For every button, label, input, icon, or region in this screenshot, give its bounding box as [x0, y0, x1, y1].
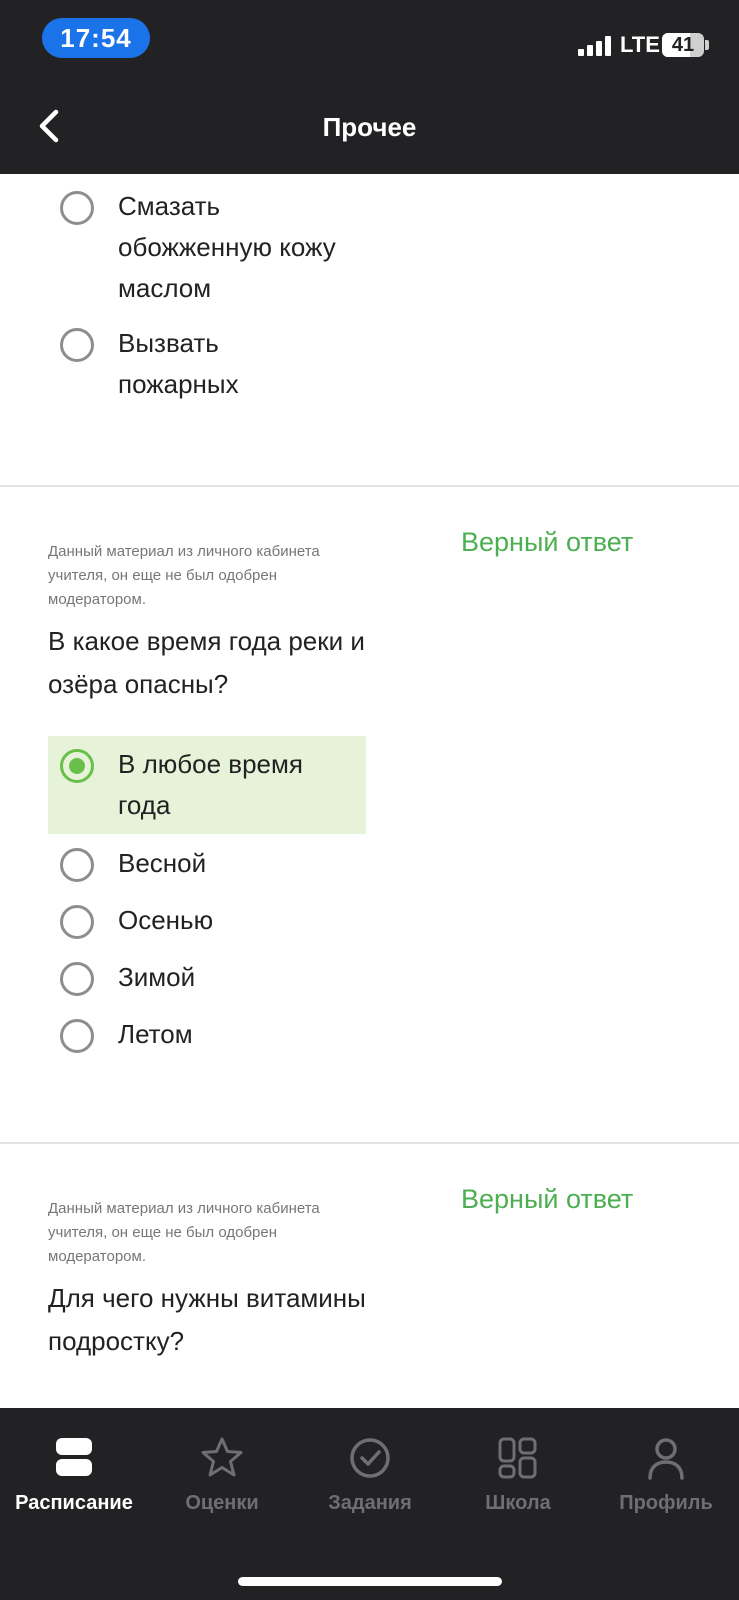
answer-option[interactable]: Весной	[48, 840, 366, 890]
profile-icon	[648, 1438, 684, 1480]
answer-option[interactable]: Смазать обожженную кожу маслом	[48, 180, 366, 310]
status-bar: 17:54 LTE 41	[0, 0, 739, 80]
battery-level: 41	[671, 34, 695, 56]
back-button[interactable]	[30, 102, 78, 150]
radio-button[interactable]	[60, 962, 94, 996]
network-type: LTE	[620, 32, 660, 57]
tab-label: Расписание	[15, 1492, 133, 1514]
answer-option[interactable]: Летом	[48, 1011, 366, 1061]
radio-button[interactable]	[60, 191, 94, 225]
question-text: В какое время года реки и озёра опасны?	[48, 626, 365, 699]
question-text: Для чего нужны витамины подростку?	[48, 1283, 366, 1356]
tab-school[interactable]: Школа	[444, 1436, 592, 1526]
option-label: Весной	[118, 848, 207, 878]
answer-option[interactable]: Осенью	[48, 897, 366, 947]
answer-option[interactable]: Зимой	[48, 954, 366, 1004]
tab-profile[interactable]: Профиль	[592, 1436, 739, 1526]
tab-label: Задания	[328, 1492, 412, 1514]
star-icon	[201, 1437, 243, 1477]
radio-button[interactable]	[60, 1019, 94, 1053]
option-label: Смазать обожженную кожу маслом	[118, 191, 336, 303]
schedule-icon	[56, 1438, 92, 1476]
battery-cap	[705, 40, 709, 50]
home-indicator[interactable]	[238, 1577, 502, 1586]
radio-button[interactable]	[60, 905, 94, 939]
chevron-left-icon	[39, 109, 59, 143]
option-label: В любое время года	[118, 749, 303, 820]
option-label: Летом	[118, 1019, 193, 1049]
nav-bar: Прочее	[0, 80, 739, 174]
option-label: Осенью	[118, 905, 214, 935]
radio-button-checked[interactable]	[60, 749, 94, 783]
section-divider	[0, 1142, 739, 1144]
moderation-note: Данный материал из личного кабинета учит…	[48, 1200, 320, 1265]
page-title: Прочее	[322, 112, 417, 142]
moderation-note: Данный материал из личного кабинета учит…	[48, 543, 320, 608]
tab-bar: Расписание Оценки Задания Школа Профиль	[0, 1408, 739, 1600]
answer-option[interactable]: Вызвать пожарных	[48, 317, 366, 407]
correct-answer-label: Верный ответ	[461, 1184, 634, 1214]
answer-option-selected[interactable]: В любое время года	[48, 736, 366, 834]
correct-answer-label: Верный ответ	[461, 527, 634, 557]
radio-button[interactable]	[60, 328, 94, 362]
check-circle-icon	[350, 1438, 390, 1478]
tab-schedule[interactable]: Расписание	[0, 1436, 148, 1526]
option-label: Зимой	[118, 962, 196, 992]
grid-icon	[498, 1437, 537, 1479]
radio-button[interactable]	[60, 848, 94, 882]
status-time: 17:54	[42, 18, 150, 58]
content-scroll[interactable]: Смазать обожженную кожу маслом Вызвать п…	[0, 174, 739, 1408]
battery-icon: 41	[662, 33, 704, 57]
tab-grades[interactable]: Оценки	[148, 1436, 296, 1526]
tab-label: Школа	[485, 1492, 551, 1514]
tab-label: Оценки	[185, 1492, 259, 1514]
signal-icon	[578, 36, 614, 56]
option-label: Вызвать пожарных	[118, 328, 239, 399]
section-divider	[0, 485, 739, 487]
tab-label: Профиль	[619, 1492, 713, 1514]
tab-tasks[interactable]: Задания	[296, 1436, 444, 1526]
